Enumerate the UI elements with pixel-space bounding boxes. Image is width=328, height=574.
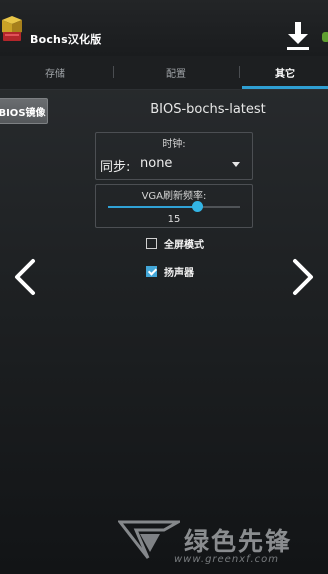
vga-refresh-group: VGA刷新频率: 15 bbox=[95, 184, 253, 228]
watermark-logo-icon bbox=[118, 520, 180, 559]
app-logo-icon[interactable] bbox=[0, 14, 24, 44]
bios-image-button[interactable]: BIOS镜像 bbox=[0, 98, 48, 124]
tab-divider bbox=[113, 66, 114, 78]
sync-dropdown[interactable]: none bbox=[140, 156, 172, 171]
fullscreen-label: 全屏模式 bbox=[164, 240, 204, 251]
vga-refresh-value: 15 bbox=[167, 214, 181, 225]
bios-image-value: BIOS-bochs-latest bbox=[150, 102, 266, 117]
sync-label: 同步: bbox=[100, 160, 131, 175]
chevron-left-icon[interactable] bbox=[12, 258, 38, 296]
overflow-edge-icon bbox=[322, 32, 328, 42]
slider-fill bbox=[108, 206, 198, 208]
dropdown-arrow-icon[interactable] bbox=[232, 162, 240, 167]
clock-group: 时钟: 同步: none bbox=[95, 132, 253, 180]
speaker-checkbox[interactable] bbox=[146, 266, 157, 277]
vga-refresh-slider[interactable] bbox=[108, 201, 240, 212]
fullscreen-checkbox[interactable] bbox=[146, 238, 157, 249]
chevron-right-icon[interactable] bbox=[290, 258, 316, 296]
slider-thumb[interactable] bbox=[191, 201, 203, 212]
watermark: 绿色先锋 www.greenxf.com bbox=[118, 518, 328, 574]
tab-selected-indicator bbox=[242, 86, 328, 89]
tab-config[interactable]: 配置 bbox=[120, 56, 232, 89]
download-icon[interactable] bbox=[284, 20, 312, 52]
speaker-label: 扬声器 bbox=[164, 268, 194, 279]
speaker-option[interactable]: 扬声器 bbox=[146, 264, 194, 279]
clock-label: 时钟: bbox=[162, 139, 186, 150]
tab-storage[interactable]: 存储 bbox=[0, 56, 110, 89]
tab-bar: 存储 配置 其它 bbox=[0, 56, 328, 90]
fullscreen-option[interactable]: 全屏模式 bbox=[146, 236, 204, 251]
tab-other[interactable]: 其它 bbox=[242, 56, 328, 89]
action-bar: Bochs汉化版 bbox=[0, 0, 328, 56]
watermark-brand: 绿色先锋 bbox=[184, 527, 293, 556]
watermark-url: www.greenxf.com bbox=[174, 554, 279, 565]
vga-refresh-label: VGA刷新频率: bbox=[141, 191, 207, 202]
tab-divider bbox=[239, 66, 240, 78]
app-title: Bochs汉化版 bbox=[30, 33, 102, 46]
